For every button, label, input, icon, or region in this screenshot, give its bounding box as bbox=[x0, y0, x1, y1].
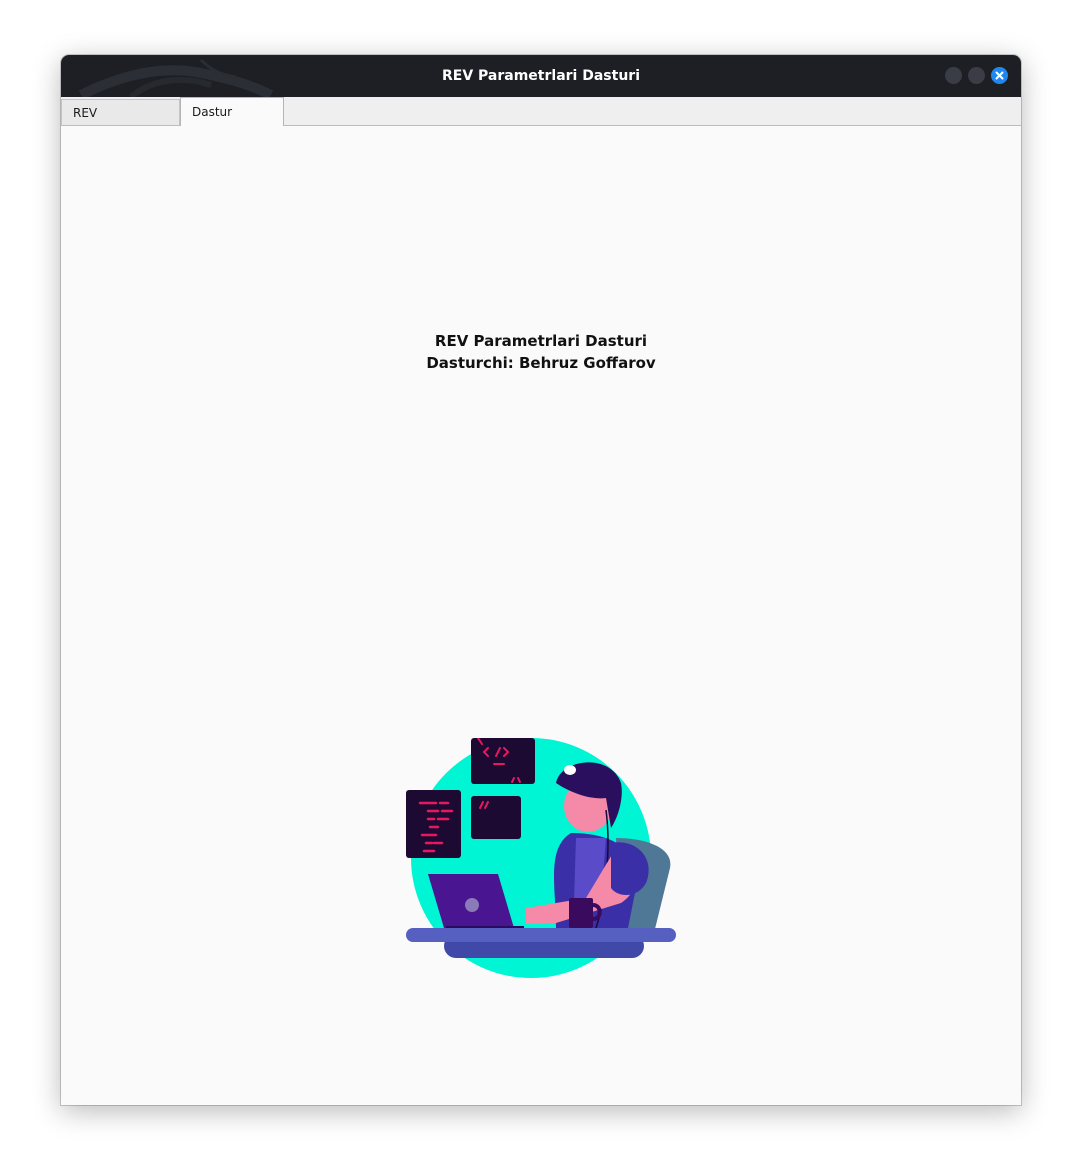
minimize-button[interactable] bbox=[945, 67, 962, 84]
tab-rev-parametrlari[interactable]: REV Parametrlari bbox=[61, 99, 180, 146]
title-bar[interactable]: REV Parametrlari Dasturi bbox=[61, 55, 1021, 97]
app-name-label: REV Parametrlari Dasturi bbox=[434, 332, 648, 350]
tab-dastur-haqida[interactable]: Dastur haqida bbox=[180, 97, 284, 147]
developer-at-laptop-illustration bbox=[406, 738, 676, 978]
about-tab-content: REV Parametrlari Dasturi Dasturchi: Behr… bbox=[61, 126, 1021, 1105]
app-window: REV Parametrlari Dasturi REV Parametrlar… bbox=[61, 55, 1021, 1105]
tab-bar: REV Parametrlari Dastur haqida bbox=[61, 97, 1021, 147]
window-title: REV Parametrlari Dasturi bbox=[441, 68, 640, 84]
close-icon bbox=[995, 71, 1004, 80]
close-button[interactable] bbox=[991, 67, 1008, 84]
about-text: REV Parametrlari Dasturi Dasturchi: Behr… bbox=[61, 330, 1021, 374]
developer-label: Dasturchi: Behruz Goffarov bbox=[426, 354, 656, 372]
maximize-button[interactable] bbox=[968, 67, 985, 84]
